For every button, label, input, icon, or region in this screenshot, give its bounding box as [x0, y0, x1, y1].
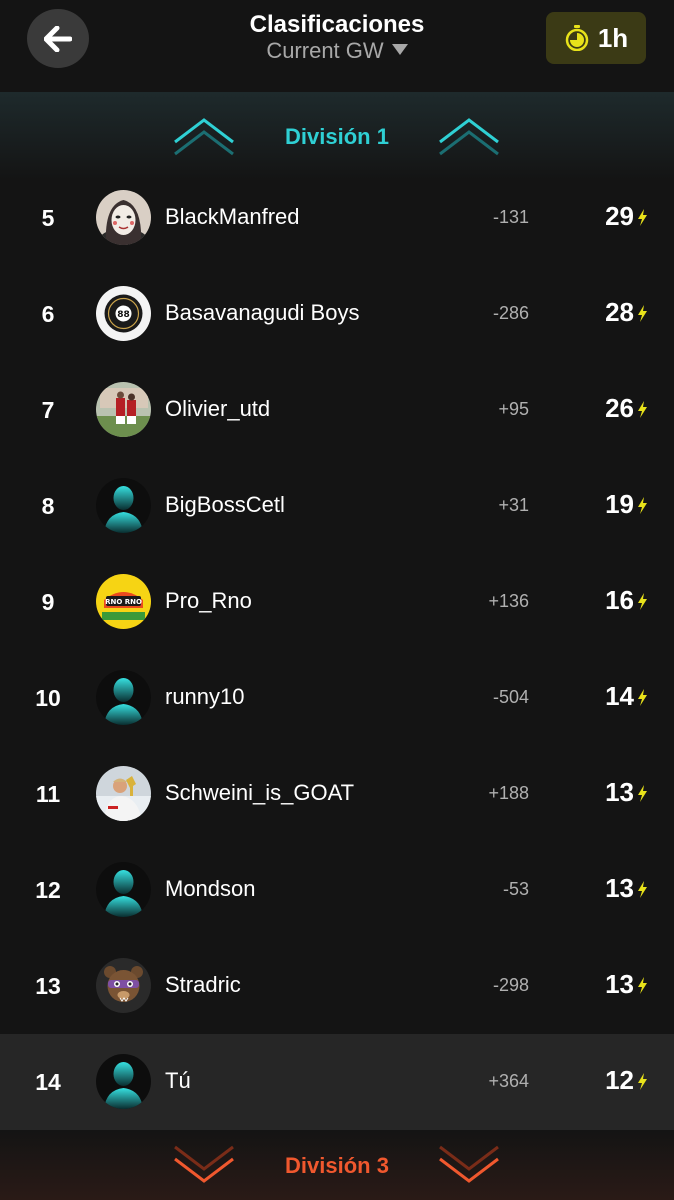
- manager-name: Tú: [165, 1068, 191, 1093]
- caret-down-icon: [391, 44, 408, 55]
- default-silhouette-avatar: [96, 670, 151, 725]
- manager-name: Pro_Rno: [165, 588, 252, 613]
- manager-name: Stradric: [165, 972, 241, 997]
- points: 26: [605, 393, 634, 423]
- lightning-bolt-icon: [638, 1073, 647, 1090]
- stopwatch-icon: [565, 25, 589, 51]
- lightning-bolt-icon: [638, 401, 647, 418]
- points: 29: [605, 201, 634, 231]
- lightning-bolt-icon: [638, 881, 647, 898]
- default-silhouette-avatar: [96, 478, 151, 533]
- manager-name: BlackManfred: [165, 204, 300, 229]
- standings-row[interactable]: 8 BigBossCetl +31 19: [0, 458, 674, 554]
- timer-value: 1h: [597, 22, 629, 53]
- lightning-bolt-icon: [638, 593, 647, 610]
- rank: 6: [41, 301, 55, 327]
- standings-row[interactable]: 13 Stradric -298 13: [0, 938, 674, 1034]
- manager-name: Basavanagudi Boys: [165, 300, 360, 325]
- points: 19: [605, 489, 634, 519]
- cartoon-bear-avatar: [96, 958, 151, 1013]
- lightning-bolt-icon: [638, 689, 647, 706]
- points: 16: [605, 585, 634, 615]
- rank-change: -286: [492, 303, 529, 323]
- standings-row[interactable]: 7 Olivier_utd +95 26: [0, 362, 674, 458]
- team-badge-avatar: 88: [96, 286, 151, 341]
- points: 12: [605, 1065, 634, 1095]
- gameweek-selector-label: Current GW: [266, 38, 384, 63]
- standings-row[interactable]: 6 88 Basavanagudi Boys -286 28: [0, 266, 674, 362]
- rank-change: +364: [488, 1071, 529, 1091]
- lightning-bolt-icon: [638, 209, 647, 226]
- double-chevron-up-icon: [439, 118, 499, 156]
- lightning-bolt-icon: [638, 785, 647, 802]
- rank: 12: [35, 877, 61, 903]
- division-down-label: División 3: [285, 1153, 389, 1178]
- rank: 10: [35, 685, 61, 711]
- relegation-zone-banner: División 3: [0, 1131, 674, 1200]
- svg-text:RNO RNO: RNO RNO: [105, 598, 142, 606]
- points: 13: [605, 873, 634, 903]
- standings-row[interactable]: 11 Schweini_is_GOAT +188 13: [0, 746, 674, 842]
- rank-change: +31: [498, 495, 529, 515]
- rank: 11: [35, 781, 61, 807]
- rank: 5: [41, 205, 55, 231]
- manager-name: runny10: [165, 684, 245, 709]
- points: 28: [605, 297, 634, 327]
- rank: 7: [41, 397, 55, 423]
- lightning-bolt-icon: [638, 305, 647, 322]
- trophy-photo-avatar: [96, 766, 151, 821]
- points: 14: [605, 681, 634, 711]
- rank: 9: [41, 589, 55, 615]
- rank-change: -53: [502, 879, 529, 899]
- rank: 14: [35, 1069, 61, 1095]
- standings-row[interactable]: 9 RNO RNO Pro_Rno +136 16: [0, 554, 674, 650]
- lightning-bolt-icon: [638, 977, 647, 994]
- standings-row[interactable]: 12 Mondson -53 13: [0, 842, 674, 938]
- manager-name: Mondson: [165, 876, 256, 901]
- standings-row-current-user[interactable]: 14 Tú +364 12: [0, 1034, 674, 1130]
- masked-face-avatar: [96, 190, 151, 245]
- standings-row[interactable]: 10 runny10 -504 14: [0, 650, 674, 746]
- rank-change: -504: [492, 687, 529, 707]
- points: 13: [605, 777, 634, 807]
- division-up-label: División 1: [285, 124, 389, 149]
- rank: 8: [41, 493, 55, 519]
- rank-change: -298: [492, 975, 529, 995]
- double-chevron-down-icon: [439, 1145, 499, 1183]
- default-silhouette-avatar: [96, 862, 151, 917]
- rank-change: +188: [488, 783, 529, 803]
- default-silhouette-avatar: [96, 1054, 151, 1109]
- rank-change: +136: [488, 591, 529, 611]
- yellow-logo-avatar: RNO RNO: [96, 574, 151, 629]
- manager-name: Schweini_is_GOAT: [165, 780, 355, 805]
- rank: 13: [35, 973, 61, 999]
- top-bar: Clasificaciones Current GW 1h: [0, 0, 674, 92]
- svg-text:88: 88: [117, 310, 130, 320]
- football-photo-avatar: [96, 382, 151, 437]
- points: 13: [605, 969, 634, 999]
- rank-change: -131: [492, 207, 529, 227]
- manager-name: Olivier_utd: [165, 396, 271, 421]
- manager-name: BigBossCetl: [165, 492, 285, 517]
- timer-badge[interactable]: 1h: [546, 12, 646, 64]
- standings-row[interactable]: 5 BlackManfred -131 29: [0, 170, 674, 266]
- lightning-bolt-icon: [638, 497, 647, 514]
- promotion-zone-banner: División 1: [0, 92, 674, 180]
- rank-change: +95: [498, 399, 529, 419]
